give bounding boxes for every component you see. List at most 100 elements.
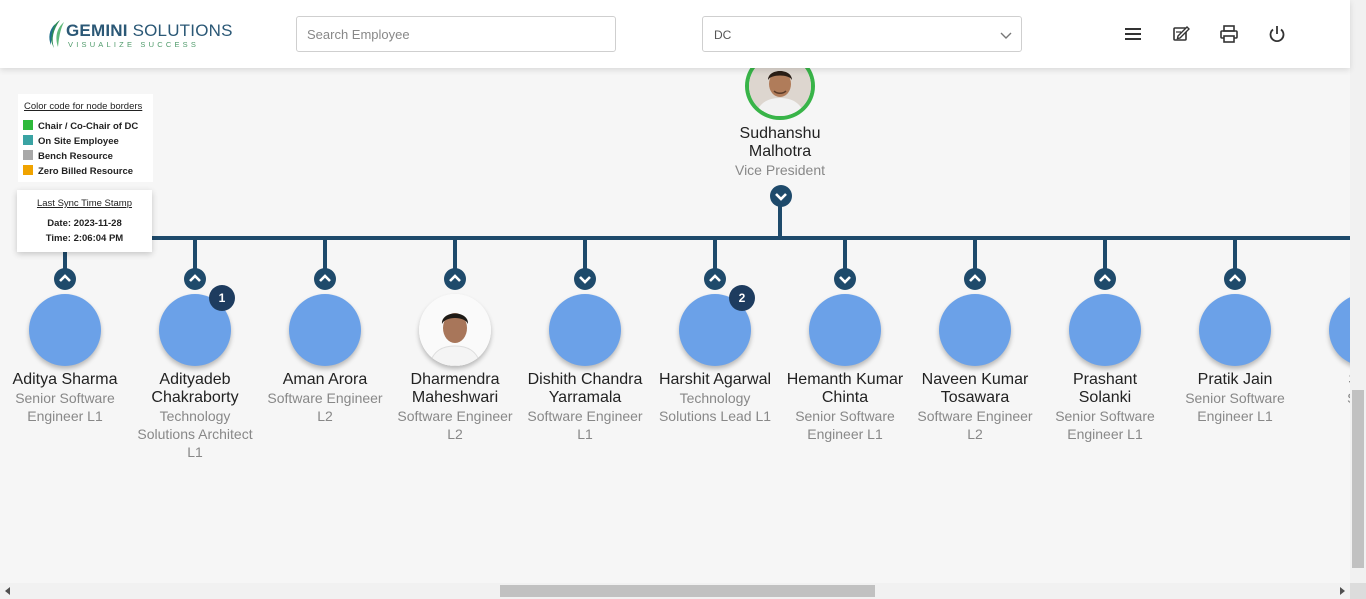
logo-title: GEMINI SOLUTIONS: [66, 21, 233, 41]
child-connector: [453, 238, 457, 270]
employee-name: Hemanth Kumar: [786, 371, 904, 388]
vertical-scroll-thumb[interactable]: [1352, 390, 1364, 568]
employee-name: Solanki: [1078, 389, 1132, 406]
child-expand-toggle[interactable]: [444, 268, 466, 290]
child-expand-toggle[interactable]: [1224, 268, 1246, 290]
employee-name: Dishith Chandra: [527, 371, 643, 388]
logo-brand-rest: SOLUTIONS: [132, 21, 233, 40]
employee-name: Aman Arora: [282, 371, 368, 388]
employee-avatar[interactable]: [419, 294, 491, 366]
employee-role: Senio: [1300, 389, 1350, 407]
employee-name: Dharmendra: [410, 371, 500, 388]
employee-name: Adityadeb: [159, 371, 231, 388]
child-expand-toggle[interactable]: [54, 268, 76, 290]
employee-role: L2: [447, 426, 463, 442]
employee-name: Pratik Jain: [1197, 371, 1273, 388]
child-connector: [193, 238, 197, 270]
chevron-down-icon: [839, 276, 851, 284]
chevron-up-icon: [709, 274, 721, 282]
chevron-up-icon: [449, 274, 461, 282]
leaf-logo-icon: [49, 20, 64, 48]
logo-tagline: VISUALIZE SUCCESS: [68, 40, 200, 49]
employee-role: L2: [967, 426, 983, 442]
child-connector: [1103, 238, 1107, 270]
edit-icon[interactable]: [1171, 24, 1191, 44]
employee-node[interactable]: [549, 294, 621, 366]
employee-name: Sum: [1300, 371, 1350, 389]
employee-name: Aditya Sharma: [12, 371, 118, 388]
child-connector: [843, 238, 847, 270]
child-expand-toggle[interactable]: [184, 268, 206, 290]
employee-name: Chakraborty: [151, 389, 239, 406]
employee-role: Technology: [679, 390, 751, 406]
employee-name: Maheshwari: [411, 389, 499, 406]
chevron-up-icon: [1229, 274, 1241, 282]
child-expand-toggle[interactable]: [314, 268, 336, 290]
vertical-scrollbar[interactable]: [1350, 0, 1366, 583]
employee-role: Senior Software: [1185, 390, 1285, 406]
employee-node[interactable]: [29, 294, 101, 366]
employee-role: Software Engineer: [397, 408, 513, 424]
chevron-up-icon: [59, 274, 71, 282]
report-count-badge: 2: [729, 285, 755, 311]
employee-role: Solutions Lead L1: [658, 408, 772, 424]
employee-name: Chinta: [821, 389, 869, 406]
employee-node[interactable]: [939, 294, 1011, 366]
employee-node[interactable]: [289, 294, 361, 366]
employee-role: Senior Software: [795, 408, 895, 424]
child-expand-toggle[interactable]: [1094, 268, 1116, 290]
employee-node[interactable]: [1199, 294, 1271, 366]
employee-role: Software Engineer: [267, 390, 383, 406]
person-photo-icon: [419, 294, 491, 366]
menu-icon[interactable]: [1123, 24, 1143, 44]
sync-date: Date: 2023-11-28: [47, 218, 122, 229]
employee-node[interactable]: [1329, 294, 1350, 366]
employee-role: Engineer L1: [27, 408, 103, 424]
scroll-left-icon[interactable]: [4, 587, 12, 595]
employee-role: Engineer L1: [807, 426, 883, 442]
child-connector: [973, 238, 977, 270]
employee-node[interactable]: [1069, 294, 1141, 366]
employee-node[interactable]: [809, 294, 881, 366]
scroll-right-icon[interactable]: [1338, 587, 1346, 595]
child-expand-toggle[interactable]: [834, 268, 856, 290]
employee-role: Senior Software: [15, 390, 115, 406]
chevron-up-icon: [1099, 274, 1111, 282]
child-expand-toggle[interactable]: [574, 268, 596, 290]
employee-name: Yarramala: [548, 389, 622, 406]
employee-name: Harshit Agarwal: [658, 371, 772, 388]
horizontal-scroll-thumb[interactable]: [500, 585, 875, 597]
top-header: GEMINI SOLUTIONS VISUALIZE SUCCESS DC: [0, 0, 1350, 68]
employee-role: Engineer L1: [1067, 426, 1143, 442]
employee-role: Solutions Architect: [137, 426, 253, 442]
chevron-up-icon: [319, 274, 331, 282]
chevron-down-icon: [1000, 32, 1012, 39]
employee-name: Prashant: [1072, 371, 1138, 388]
child-connector: [583, 238, 587, 270]
chevron-up-icon: [189, 274, 201, 282]
child-connector: [713, 238, 717, 270]
children-row: Aditya Sharma Senior Software Engineer L1 1…: [0, 0, 1350, 583]
employee-role: L1: [577, 426, 593, 442]
department-dropdown[interactable]: DC: [702, 16, 1022, 52]
sync-title: Last Sync Time Stamp: [36, 198, 133, 209]
child-expand-toggle[interactable]: [964, 268, 986, 290]
employee-role: Software Engineer: [527, 408, 643, 424]
child-expand-toggle[interactable]: [704, 268, 726, 290]
print-icon[interactable]: [1219, 24, 1239, 44]
employee-role: Eng: [1300, 407, 1350, 425]
employee-role: Software Engineer: [917, 408, 1033, 424]
chevron-down-icon: [579, 276, 591, 284]
horizontal-scrollbar[interactable]: [0, 583, 1350, 599]
employee-role: L2: [317, 408, 333, 424]
child-connector: [323, 238, 327, 270]
employee-role: Technology: [159, 408, 231, 424]
child-connector: [1233, 238, 1237, 270]
search-employee-input[interactable]: [296, 16, 616, 52]
employee-name: Tosawara: [940, 389, 1010, 406]
power-icon[interactable]: [1267, 24, 1287, 44]
employee-name: Naveen Kumar: [921, 371, 1029, 388]
dropdown-selected-value: DC: [714, 28, 732, 42]
gemini-logo[interactable]: GEMINI SOLUTIONS VISUALIZE SUCCESS: [46, 17, 232, 51]
employee-role: Engineer L1: [1197, 408, 1273, 424]
